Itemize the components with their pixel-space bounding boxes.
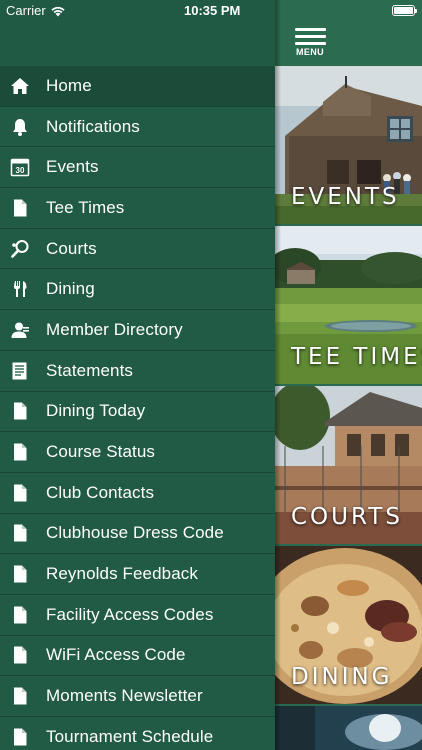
menu-item-wifi-access-code[interactable]: WiFi Access Code	[0, 636, 275, 677]
courts-tile-label: COURTS	[291, 504, 403, 530]
wifi-icon	[50, 5, 66, 17]
menu-item-courts[interactable]: Courts	[0, 229, 275, 270]
menu-item-statements[interactable]: Statements	[0, 351, 275, 392]
bell-icon	[0, 117, 46, 137]
menu-item-club-contacts[interactable]: Club Contacts	[0, 473, 275, 514]
menu-item-moments-newsletter[interactable]: Moments Newsletter	[0, 676, 275, 717]
calendar-icon: 30	[0, 157, 46, 177]
carrier-label: Carrier	[6, 3, 46, 18]
menu-item-label: Tournament Schedule	[46, 726, 214, 746]
menu-item-label: WiFi Access Code	[46, 645, 186, 665]
menu-item-label: Facility Access Codes	[46, 604, 214, 624]
calendar-icon-day: 30	[16, 166, 25, 175]
hamburger-icon	[294, 28, 326, 31]
menu-item-label: Member Directory	[46, 319, 183, 339]
menu-item-home[interactable]: Home	[0, 66, 275, 107]
document-icon	[0, 401, 46, 421]
menu-item-reynolds-feedback[interactable]: Reynolds Feedback	[0, 554, 275, 595]
battery-icon	[392, 5, 417, 16]
statement-icon	[0, 361, 46, 381]
carrier-indicator: Carrier	[6, 3, 66, 18]
menu-item-label: Dining	[46, 279, 95, 299]
document-icon	[0, 686, 46, 706]
events-tile[interactable]: EVENTS	[275, 66, 422, 224]
menu-item-label: Courts	[46, 238, 97, 258]
clock: 10:35 PM	[184, 3, 241, 18]
tennis-racket-icon	[0, 239, 46, 259]
menu-item-dining-today[interactable]: Dining Today	[0, 392, 275, 433]
menu-item-label: Notifications	[46, 116, 140, 136]
document-icon	[0, 645, 46, 665]
side-menu-drawer: Home Notifications 30 Events Tee Times C…	[0, 0, 275, 750]
menu-item-label: Dining Today	[46, 401, 146, 421]
document-icon	[0, 483, 46, 503]
dining-tile-label: DINING	[291, 664, 393, 690]
tee-times-tile[interactable]: TEE TIMES	[275, 226, 422, 384]
document-icon	[0, 605, 46, 625]
side-menu-list: Home Notifications 30 Events Tee Times C…	[0, 66, 275, 750]
menu-item-events[interactable]: 30 Events	[0, 147, 275, 189]
menu-item-facility-access-codes[interactable]: Facility Access Codes	[0, 595, 275, 636]
menu-item-tournament-schedule[interactable]: Tournament Schedule	[0, 717, 275, 750]
document-icon	[0, 198, 46, 218]
courts-tile[interactable]: COURTS	[275, 386, 422, 544]
menu-item-course-status[interactable]: Course Status	[0, 432, 275, 473]
member-icon	[0, 320, 46, 340]
menu-item-dining[interactable]: Dining	[0, 269, 275, 311]
menu-item-notifications[interactable]: Notifications	[0, 107, 275, 148]
drawer-edge-shadow	[275, 0, 281, 750]
document-icon	[0, 523, 46, 543]
status-bar: Carrier 10:35 PM	[0, 0, 422, 22]
menu-item-tee-times[interactable]: Tee Times	[0, 188, 275, 229]
menu-item-member-directory[interactable]: Member Directory	[0, 310, 275, 351]
menu-button-label: MENU	[295, 47, 325, 57]
fork-knife-icon	[0, 279, 46, 299]
menu-item-clubhouse-dress-code[interactable]: Clubhouse Dress Code	[0, 514, 275, 555]
fountain-photo	[275, 706, 422, 750]
menu-item-label: Club Contacts	[46, 482, 155, 502]
events-tile-label: EVENTS	[291, 184, 400, 210]
document-icon	[0, 727, 46, 747]
menu-button[interactable]: MENU	[293, 28, 327, 60]
home-icon	[0, 76, 46, 96]
menu-item-label: Events	[46, 157, 99, 177]
document-icon	[0, 442, 46, 462]
document-icon	[0, 564, 46, 584]
menu-item-label: Moments Newsletter	[46, 686, 203, 706]
menu-item-label: Course Status	[46, 442, 156, 462]
home-tiles-panel: MENU EVENTS TEE TIME COURTS DINING	[275, 0, 422, 750]
menu-item-label: Statements	[46, 360, 133, 380]
menu-item-label: Reynolds Feedback	[46, 564, 198, 584]
menu-item-label: Tee Times	[46, 197, 125, 217]
dining-tile[interactable]: DINING	[275, 546, 422, 704]
fountain-tile[interactable]	[275, 706, 422, 750]
menu-item-label: Home	[46, 75, 92, 95]
menu-item-label: Clubhouse Dress Code	[46, 523, 224, 543]
tee-times-tile-label: TEE TIMES	[291, 344, 422, 370]
